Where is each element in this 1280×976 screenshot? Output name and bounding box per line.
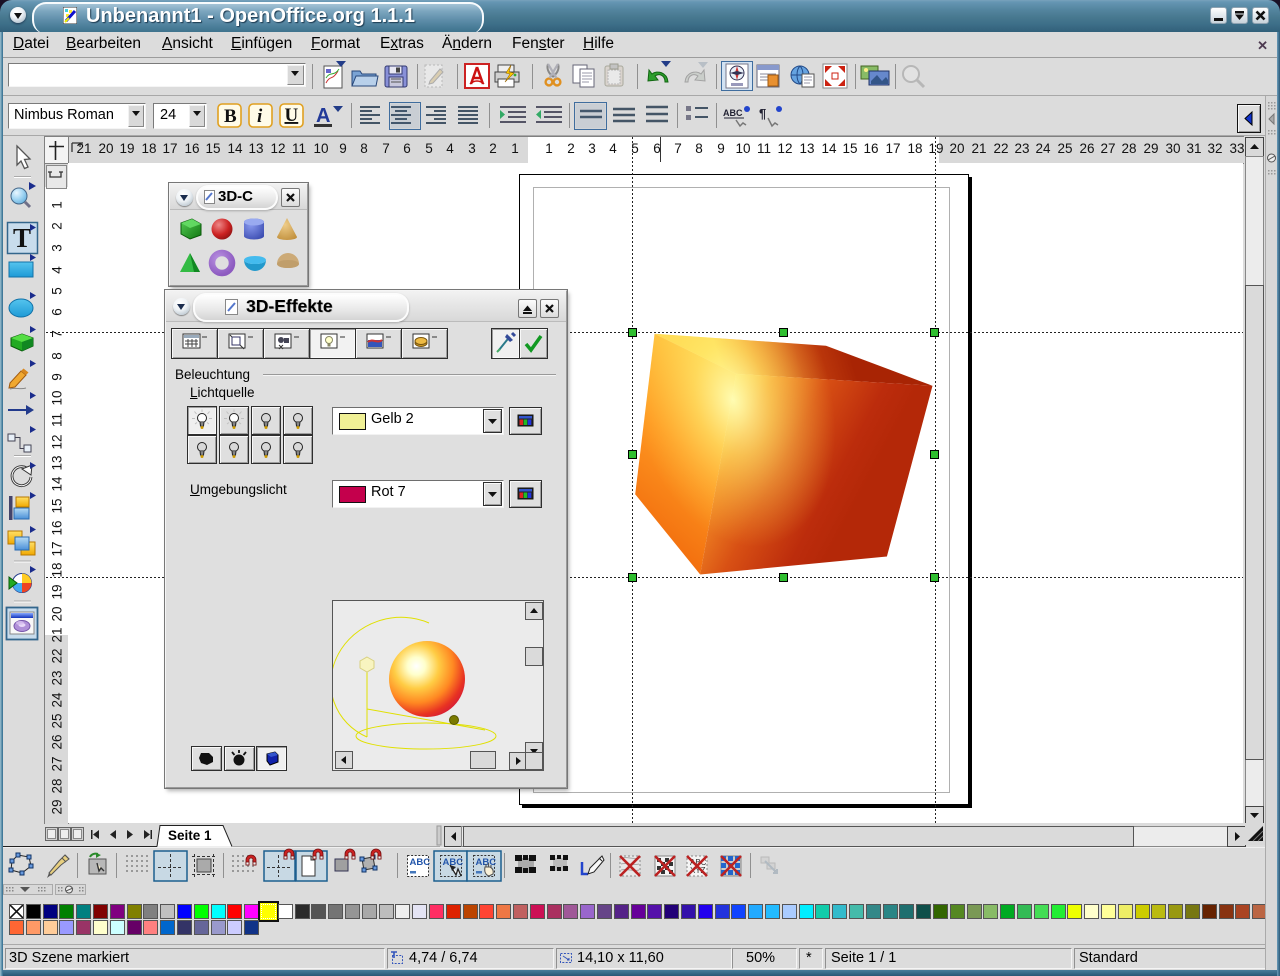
svg-text:¶: ¶: [759, 106, 766, 121]
svg-text:U: U: [285, 105, 299, 126]
svg-text:ABC: ABC: [410, 857, 431, 868]
svg-text:A: A: [316, 105, 330, 127]
svg-text:ABC: ABC: [723, 108, 743, 118]
svg-text:T: T: [13, 223, 31, 253]
svg-text:Seite 1: Seite 1: [168, 828, 212, 843]
svg-text:B: B: [224, 106, 237, 127]
svg-text:i: i: [257, 106, 263, 127]
